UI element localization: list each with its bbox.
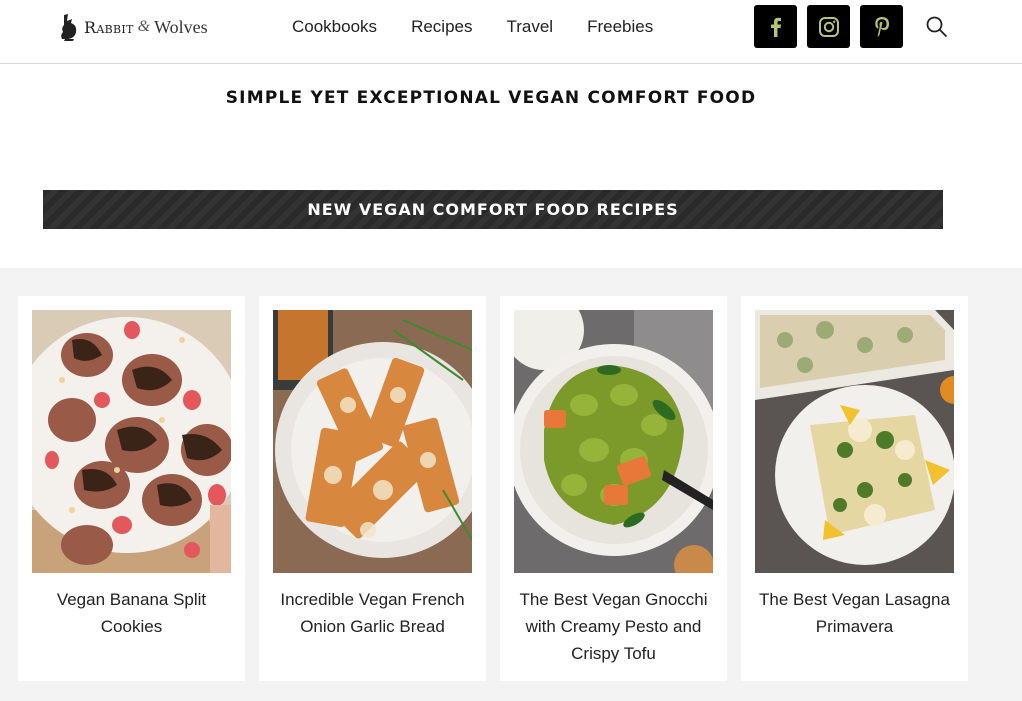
recipe-image[interactable] bbox=[514, 310, 713, 573]
site-tagline: SIMPLE YET EXCEPTIONAL VEGAN COMFORT FOO… bbox=[225, 88, 757, 108]
recipe-card[interactable]: The Best Vegan Gnocchi with Creamy Pesto… bbox=[500, 296, 727, 681]
recipe-title[interactable]: Vegan Banana Split Cookies bbox=[26, 586, 237, 640]
search-button[interactable] bbox=[924, 14, 950, 40]
nav-item-recipes[interactable]: Recipes bbox=[411, 16, 472, 38]
recipe-title[interactable]: The Best Vegan Gnocchi with Creamy Pesto… bbox=[508, 586, 719, 667]
main-nav: Cookbooks Recipes Travel Freebies bbox=[292, 16, 687, 38]
social-links bbox=[754, 5, 913, 48]
nav-item-travel[interactable]: Travel bbox=[506, 16, 553, 38]
section-banner-title: NEW VEGAN COMFORT FOOD RECIPES bbox=[307, 200, 679, 219]
section-banner: NEW VEGAN COMFORT FOOD RECIPES bbox=[43, 190, 943, 229]
brand-ampersand: & bbox=[137, 18, 151, 35]
recipe-card[interactable]: Vegan Banana Split Cookies bbox=[18, 296, 245, 681]
brand-name-second: Wolves bbox=[154, 16, 208, 37]
instagram-button[interactable] bbox=[807, 5, 850, 48]
recipe-title[interactable]: The Best Vegan Lasagna Primavera bbox=[749, 586, 960, 640]
recipe-image[interactable] bbox=[273, 310, 472, 573]
rabbit-icon bbox=[61, 14, 77, 41]
instagram-icon bbox=[818, 16, 839, 37]
recipe-title[interactable]: Incredible Vegan French Onion Garlic Bre… bbox=[267, 586, 478, 640]
recipe-card[interactable]: The Best Vegan Lasagna Primavera bbox=[741, 296, 968, 681]
pinterest-icon bbox=[874, 16, 889, 37]
recipe-image[interactable] bbox=[755, 310, 954, 573]
brand-name-first: Rabbit bbox=[84, 17, 134, 37]
pinterest-button[interactable] bbox=[860, 5, 903, 48]
nav-item-cookbooks[interactable]: Cookbooks bbox=[292, 16, 377, 38]
facebook-button[interactable] bbox=[754, 5, 797, 48]
nav-item-freebies[interactable]: Freebies bbox=[587, 16, 653, 38]
recipe-card[interactable]: Incredible Vegan French Onion Garlic Bre… bbox=[259, 296, 486, 681]
recipe-grid: Vegan Banana Split Cookies Incredible Ve… bbox=[0, 268, 1022, 701]
recipe-image[interactable] bbox=[32, 310, 231, 573]
facebook-icon bbox=[770, 17, 781, 37]
site-header: Rabbit & Wolves Cookbooks Recipes Travel… bbox=[0, 0, 1022, 64]
search-icon bbox=[926, 16, 947, 37]
site-logo[interactable]: Rabbit & Wolves bbox=[58, 12, 208, 42]
